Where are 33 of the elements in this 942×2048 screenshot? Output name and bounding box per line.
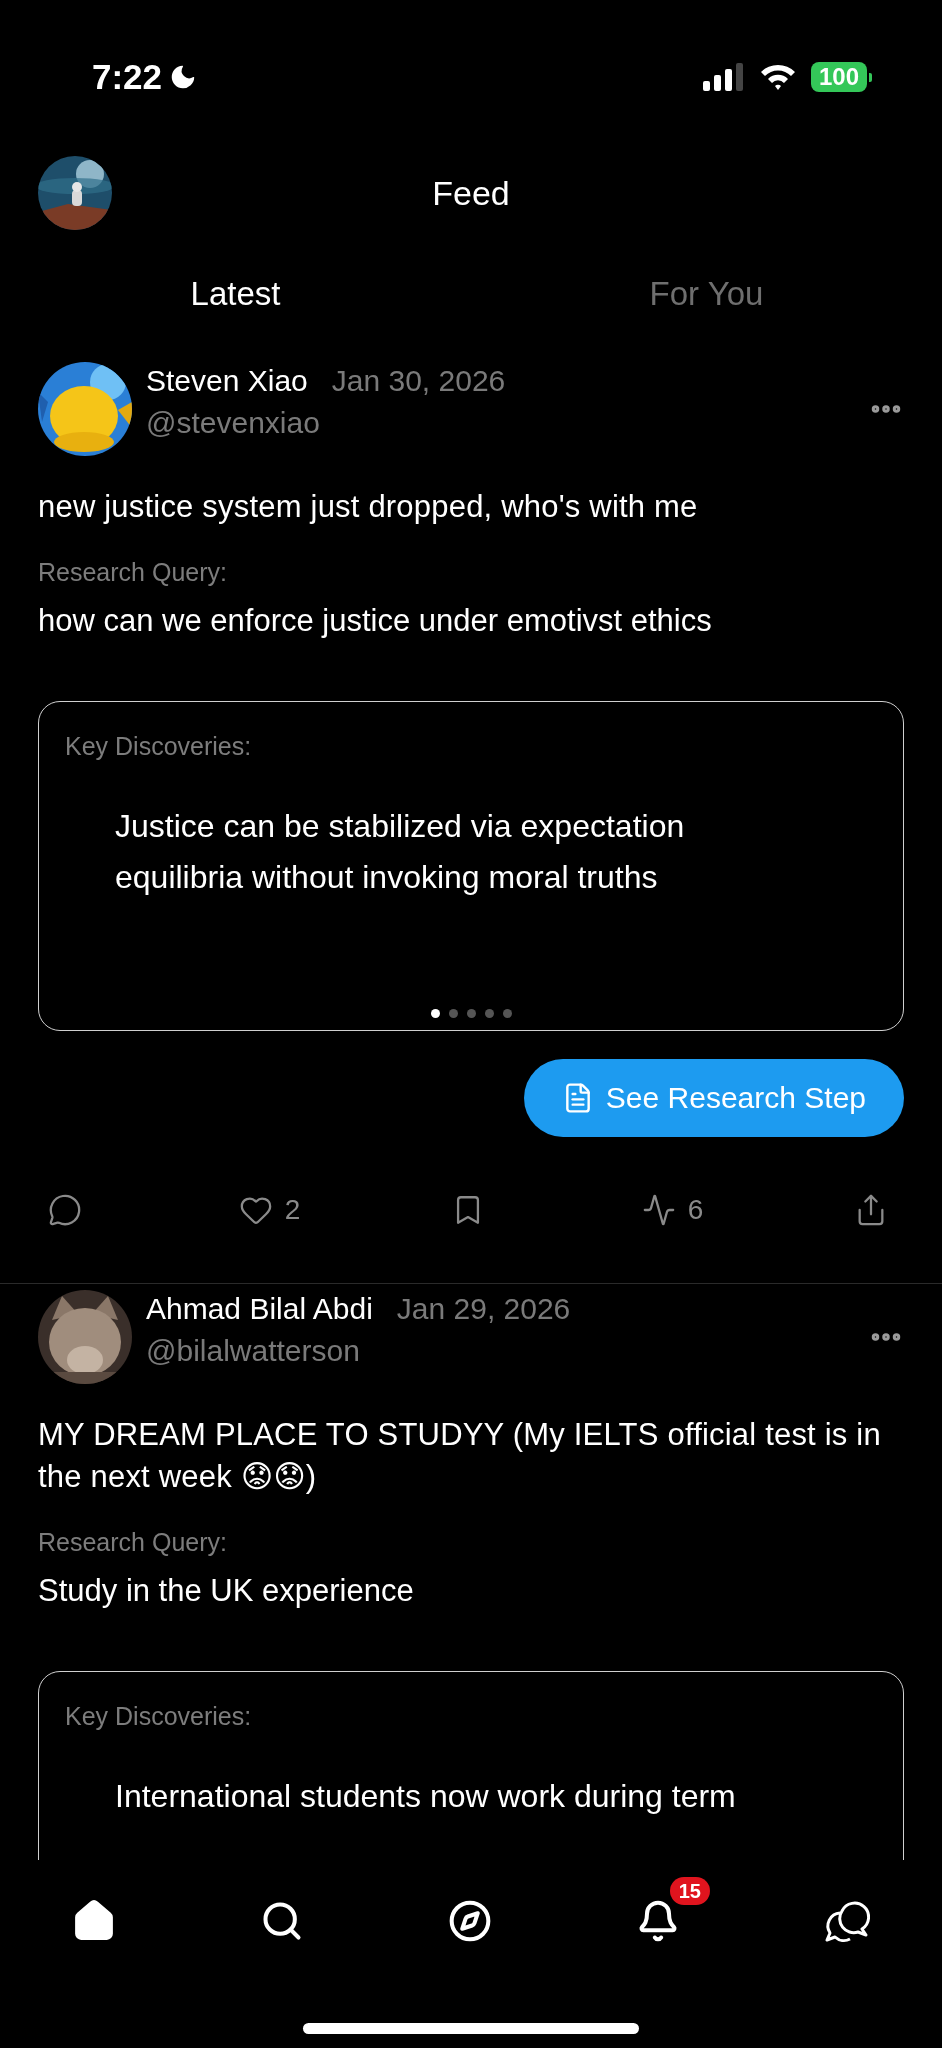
discoveries-label: Key Discoveries: xyxy=(65,1702,253,1732)
feed-tab[interactable]: Latest xyxy=(0,265,471,323)
post-date: Jan 29, 2026 xyxy=(396,1292,571,1327)
post-date: Jan 30, 2026 xyxy=(331,364,506,398)
discovery-text: Justice can be stabilized via expectation equilibria without invoking moral truths xyxy=(115,807,686,898)
discovery-text: International students now work during term xyxy=(115,1777,737,1817)
page-dot[interactable] xyxy=(466,1009,476,1019)
author-handle[interactable]: @stevenxiao xyxy=(146,406,854,440)
signal-icon xyxy=(702,63,745,91)
page-dot[interactable] xyxy=(430,1009,440,1019)
query-text: how can we enforce justice under emotivst ethics xyxy=(38,603,713,640)
pulse-icon xyxy=(641,1193,676,1228)
query-text: Study in the UK experience xyxy=(38,1573,415,1610)
query-label: Research Query: xyxy=(38,1528,228,1558)
status-time: 7:22 xyxy=(92,57,163,97)
like-action[interactable]: 2 xyxy=(238,1193,301,1228)
page-dot[interactable] xyxy=(448,1009,458,1019)
post-text: MY DREAM PLACE TO STUDYY (My IELTS official test is in the next week 😟😟) xyxy=(38,1416,882,1497)
discoveries-label: Key Discoveries: xyxy=(65,732,253,762)
author-name[interactable]: Ahmad Bilal Abdi xyxy=(146,1292,373,1327)
post-text: new justice system just dropped, who's with me xyxy=(38,488,699,526)
page-dot[interactable] xyxy=(502,1009,512,1019)
page-title: Feed xyxy=(432,173,510,213)
notifications-tab[interactable]: 15 xyxy=(606,1877,710,1951)
comment-icon xyxy=(48,1193,82,1228)
author-handle[interactable]: @bilalwatterson xyxy=(146,1334,854,1369)
feed-tab[interactable]: For You xyxy=(471,265,942,323)
notification-badge: 15 xyxy=(669,1877,710,1905)
author-name[interactable]: Steven Xiao xyxy=(146,364,308,398)
query-label: Research Query: xyxy=(38,558,228,588)
activity-action[interactable]: 6 xyxy=(641,1193,704,1228)
page-dot[interactable] xyxy=(484,1009,494,1019)
discoveries-card[interactable]: Key Discoveries: Justice can be stabilized via expectation equilibria without invoking moral truths xyxy=(38,701,904,1032)
